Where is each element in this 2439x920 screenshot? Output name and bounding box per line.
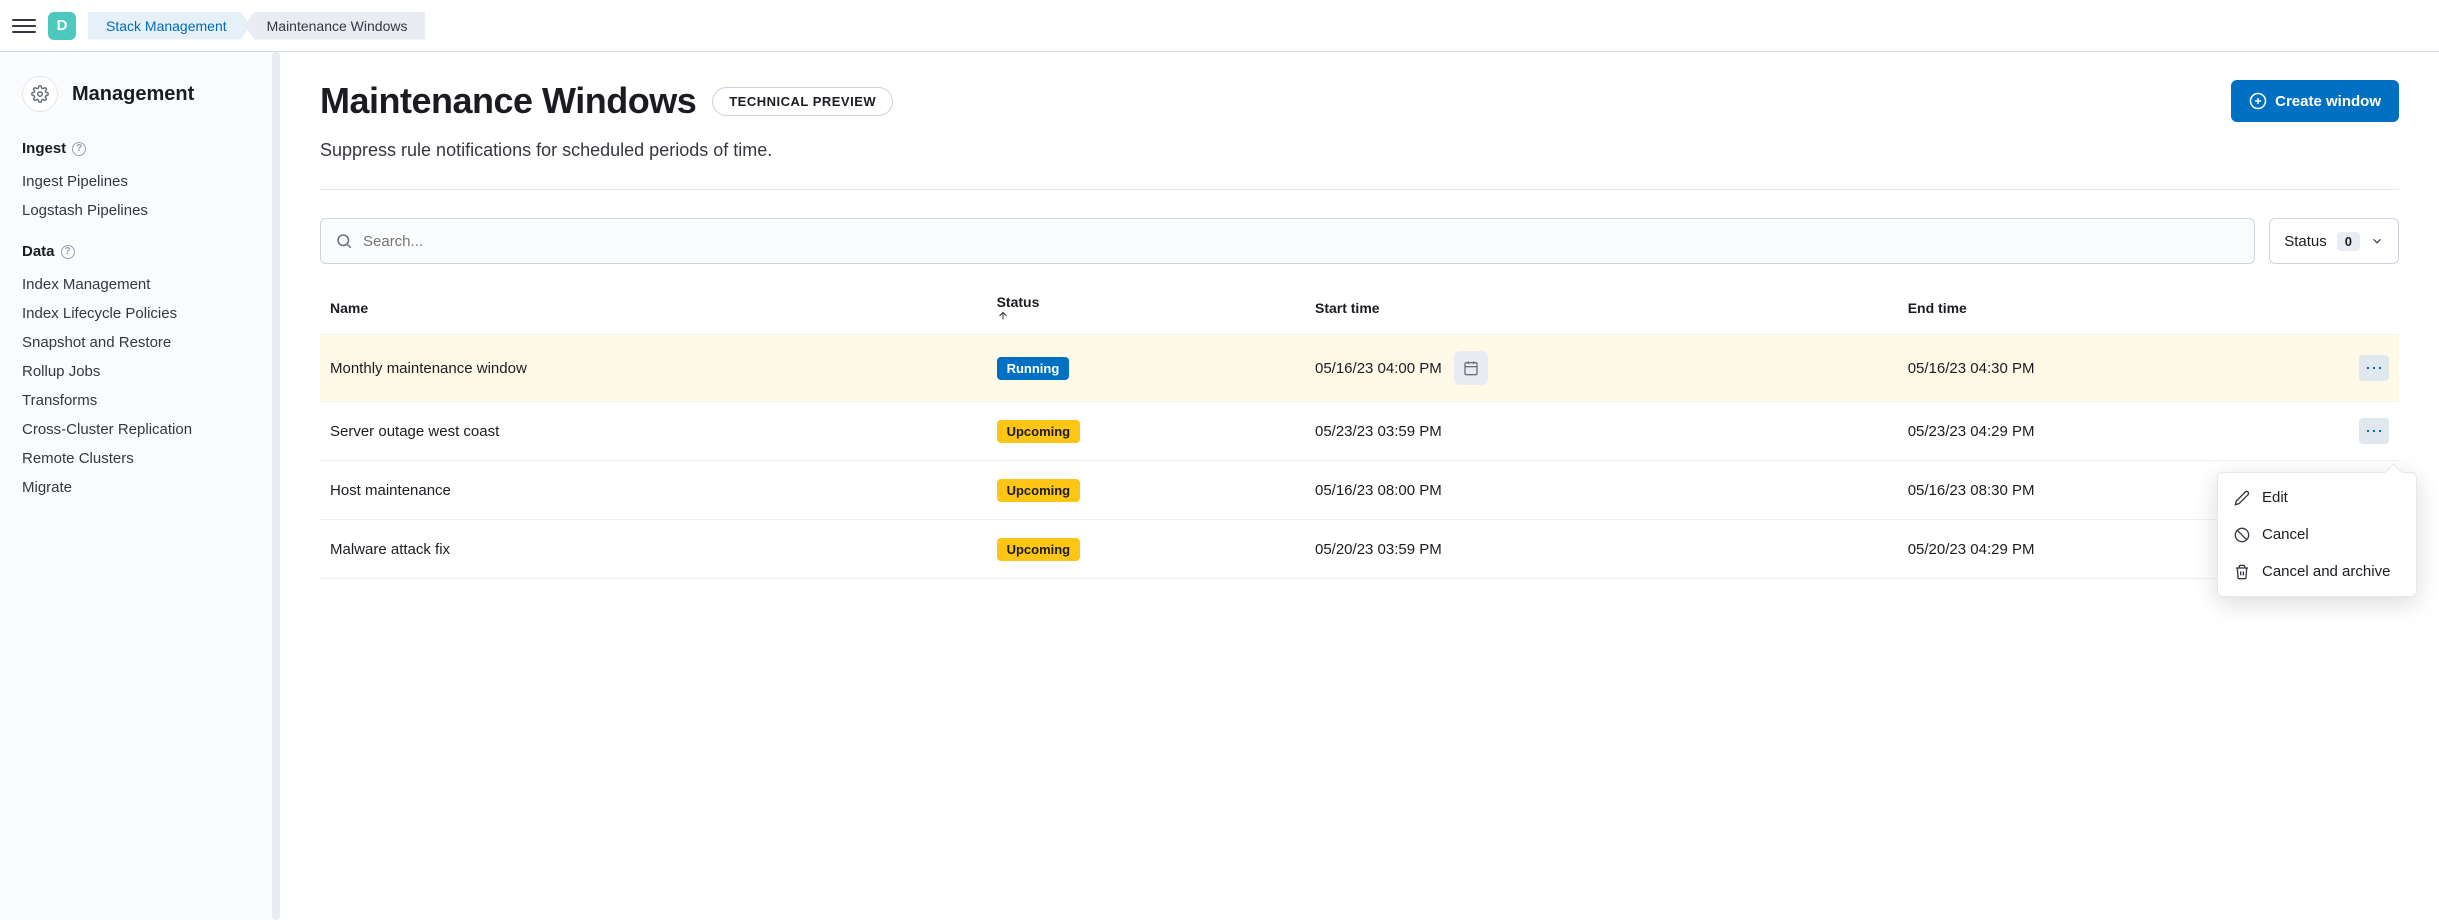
popover-item-cancel[interactable]: Cancel (2218, 516, 2416, 553)
avatar[interactable]: D (48, 12, 76, 40)
pencil-icon (2234, 490, 2250, 506)
nav-section-title: Ingest? (22, 140, 256, 157)
sidebar-item[interactable]: Remote Clusters (22, 444, 256, 473)
col-end[interactable]: End time (1898, 282, 2349, 335)
sidebar-item[interactable]: Index Management (22, 270, 256, 299)
cell-name: Malware attack fix (320, 520, 987, 579)
gear-icon (22, 76, 58, 112)
cell-start: 05/20/23 03:59 PM (1305, 520, 1898, 579)
help-icon[interactable]: ? (61, 245, 75, 259)
status-filter[interactable]: Status 0 (2269, 218, 2399, 264)
sidebar: Management Ingest? Ingest PipelinesLogsta… (0, 52, 280, 920)
sidebar-item[interactable]: Index Lifecycle Policies (22, 299, 256, 328)
search-icon (335, 232, 353, 250)
cell-status: Running (987, 335, 1305, 402)
cell-start: 05/16/23 08:00 PM (1305, 461, 1898, 520)
cell-status: Upcoming (987, 402, 1305, 461)
popover-item-label: Edit (2262, 489, 2288, 506)
status-badge: Upcoming (997, 538, 1081, 561)
row-actions-popover: Edit Cancel Cancel and archive (2217, 472, 2417, 597)
cell-name: Host maintenance (320, 461, 987, 520)
create-window-button[interactable]: Create window (2231, 80, 2399, 122)
chevron-down-icon (2370, 234, 2384, 248)
nav-section-title: Data? (22, 243, 256, 260)
col-name[interactable]: Name (320, 282, 987, 335)
trash-icon (2234, 564, 2250, 580)
search-input[interactable] (363, 233, 2240, 250)
page-title: Maintenance Windows (320, 80, 696, 122)
row-actions-button[interactable] (2359, 418, 2389, 444)
divider (320, 189, 2399, 190)
table-row: Monthly maintenance window Running 05/16… (320, 335, 2399, 402)
menu-toggle[interactable] (12, 14, 36, 38)
plus-circle-icon (2249, 92, 2267, 110)
preview-badge: TECHNICAL PREVIEW (712, 87, 893, 116)
cell-name: Server outage west coast (320, 402, 987, 461)
sidebar-item[interactable]: Migrate (22, 473, 256, 502)
cell-start: 05/23/23 03:59 PM (1305, 402, 1898, 461)
search-box[interactable] (320, 218, 2255, 264)
breadcrumb-root[interactable]: Stack Management (88, 12, 251, 40)
calendar-button[interactable] (1454, 351, 1488, 385)
cell-end: 05/16/23 04:30 PM (1898, 335, 2349, 402)
cell-end: 05/23/23 04:29 PM (1898, 402, 2349, 461)
cell-status: Upcoming (987, 461, 1305, 520)
sidebar-item[interactable]: Rollup Jobs (22, 357, 256, 386)
status-badge: Upcoming (997, 420, 1081, 443)
cell-start: 05/16/23 04:00 PM (1305, 335, 1898, 402)
col-start[interactable]: Start time (1305, 282, 1898, 335)
main-content: Maintenance Windows TECHNICAL PREVIEW Cr… (280, 52, 2439, 920)
popover-item-label: Cancel (2262, 526, 2309, 543)
popover-item-label: Cancel and archive (2262, 563, 2390, 580)
sidebar-title: Management (72, 83, 194, 106)
sidebar-item[interactable]: Cross-Cluster Replication (22, 415, 256, 444)
table-row: Malware attack fix Upcoming 05/20/23 03:… (320, 520, 2399, 579)
status-badge: Running (997, 357, 1070, 380)
sidebar-item[interactable]: Logstash Pipelines (22, 196, 256, 225)
help-icon[interactable]: ? (72, 142, 86, 156)
col-status[interactable]: Status (987, 282, 1305, 335)
stop-icon (2234, 527, 2250, 543)
create-window-label: Create window (2275, 93, 2381, 110)
breadcrumb: Stack Management Maintenance Windows (88, 12, 425, 40)
table-row: Server outage west coast Upcoming 05/23/… (320, 402, 2399, 461)
topbar: D Stack Management Maintenance Windows (0, 0, 2439, 52)
sidebar-item[interactable]: Ingest Pipelines (22, 167, 256, 196)
popover-item-cancel-and-archive[interactable]: Cancel and archive (2218, 553, 2416, 590)
breadcrumb-current: Maintenance Windows (245, 12, 426, 40)
sidebar-item[interactable]: Snapshot and Restore (22, 328, 256, 357)
page-subtitle: Suppress rule notifications for schedule… (320, 140, 2399, 161)
sidebar-item[interactable]: Transforms (22, 386, 256, 415)
row-actions-button[interactable] (2359, 355, 2389, 381)
cell-status: Upcoming (987, 520, 1305, 579)
status-filter-count: 0 (2337, 232, 2360, 251)
popover-item-edit[interactable]: Edit (2218, 479, 2416, 516)
table-row: Host maintenance Upcoming 05/16/23 08:00… (320, 461, 2399, 520)
cell-name: Monthly maintenance window (320, 335, 987, 402)
maintenance-table: Name Status Start time End time Monthly … (320, 282, 2399, 579)
sort-asc-icon (997, 310, 1295, 322)
status-badge: Upcoming (997, 479, 1081, 502)
status-filter-label: Status (2284, 233, 2327, 250)
